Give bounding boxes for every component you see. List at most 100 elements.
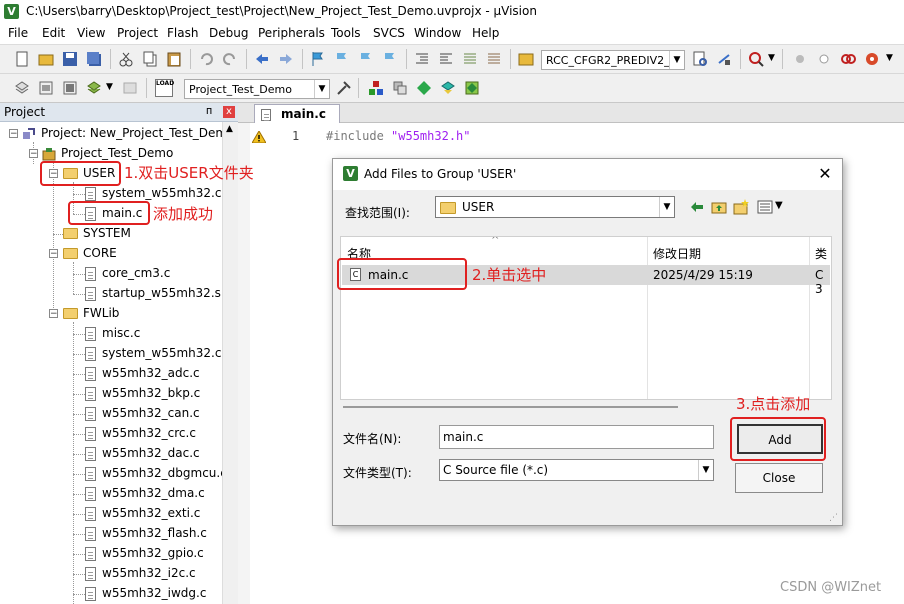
tree-file[interactable]: w55mh32_exti.c xyxy=(85,503,200,523)
menu-debug[interactable]: Debug xyxy=(209,26,248,40)
up-folder-icon[interactable] xyxy=(711,199,727,215)
packs-icon[interactable] xyxy=(464,80,480,96)
tree-file[interactable]: w55mh32_adc.c xyxy=(85,363,200,383)
translate-icon[interactable] xyxy=(14,80,30,96)
kill-breakpoints-icon[interactable] xyxy=(840,51,856,67)
new-file-icon[interactable] xyxy=(14,51,30,67)
menu-peripherals[interactable]: Peripherals xyxy=(258,26,325,40)
filetype-select[interactable]: C Source file (*.c) ▼ xyxy=(439,459,714,481)
tab-main-c[interactable]: main.c xyxy=(254,104,340,123)
chevron-down-icon[interactable]: ▼ xyxy=(106,82,113,92)
tree-file[interactable]: misc.c xyxy=(85,323,140,343)
save-icon[interactable] xyxy=(62,51,78,67)
pack-installer-icon[interactable] xyxy=(440,80,456,96)
menu-svcs[interactable]: SVCS xyxy=(373,26,405,40)
find-icon[interactable] xyxy=(692,51,708,67)
tree-file[interactable]: w55mh32_gpio.c xyxy=(85,543,204,563)
tree-file[interactable]: w55mh32_dac.c xyxy=(85,443,200,463)
filename-input[interactable]: main.c xyxy=(439,425,714,449)
unindent-icon[interactable] xyxy=(438,51,454,67)
next-bookmark-icon[interactable] xyxy=(358,51,374,67)
menu-project[interactable]: Project xyxy=(117,26,158,40)
target-select[interactable]: Project_Test_Demo ▼ xyxy=(184,79,330,99)
chevron-down-icon[interactable]: ▼ xyxy=(775,200,783,211)
look-in-select[interactable]: USER ▼ xyxy=(435,196,675,218)
navigate-back-icon[interactable] xyxy=(254,51,270,67)
collapse-toggle[interactable]: − xyxy=(49,249,58,259)
indent-icon[interactable] xyxy=(414,51,430,67)
rebuild-icon[interactable] xyxy=(62,80,78,96)
chevron-down-icon[interactable]: ▼ xyxy=(659,197,674,217)
resize-grip-icon[interactable]: ⋰ xyxy=(829,513,838,523)
options-for-target-icon[interactable] xyxy=(336,80,352,96)
tree-file[interactable]: core_cm3.c xyxy=(85,263,170,283)
uncomment-icon[interactable] xyxy=(486,51,502,67)
copy-icon[interactable] xyxy=(142,51,158,67)
save-all-icon[interactable] xyxy=(86,51,102,67)
menu-help[interactable]: Help xyxy=(472,26,499,40)
tree-file[interactable]: w55mh32_crc.c xyxy=(85,423,196,443)
debug-session-icon[interactable] xyxy=(748,51,764,67)
project-scrollbar[interactable]: ▲ xyxy=(222,122,239,604)
tree-file[interactable]: startup_w55mh32.s xyxy=(85,283,221,303)
menu-tools[interactable]: Tools xyxy=(331,26,361,40)
menu-flash[interactable]: Flash xyxy=(167,26,198,40)
scroll-up-icon[interactable]: ▲ xyxy=(226,124,233,134)
cut-icon[interactable] xyxy=(118,51,134,67)
collapse-toggle[interactable]: − xyxy=(9,129,18,139)
tree-file[interactable]: w55mh32_iwdg.c xyxy=(85,583,206,603)
menu-view[interactable]: View xyxy=(77,26,105,40)
tree-file[interactable]: w55mh32_bkp.c xyxy=(85,383,200,403)
breakpoint-icon[interactable] xyxy=(792,51,808,67)
close-icon[interactable]: ✕ xyxy=(815,164,835,184)
chevron-down-icon[interactable]: ▼ xyxy=(886,53,893,63)
tree-group-core[interactable]: CORE xyxy=(63,243,117,263)
download-icon[interactable]: LOAD xyxy=(155,79,174,97)
code-line[interactable]: #include "w55mh32.h" xyxy=(326,129,471,143)
clear-bookmarks-icon[interactable] xyxy=(382,51,398,67)
bookmark-icon[interactable] xyxy=(310,51,326,67)
menu-edit[interactable]: Edit xyxy=(42,26,65,40)
disable-breakpoint-icon[interactable] xyxy=(816,51,832,67)
redo-icon[interactable] xyxy=(222,51,238,67)
close-button[interactable]: Close xyxy=(735,463,823,493)
define-combo[interactable]: RCC_CFGR2_PREDIV2_DIV ▼ xyxy=(541,50,685,70)
back-arrow-icon[interactable] xyxy=(689,199,705,215)
tree-group-fwlib[interactable]: FWLib xyxy=(63,303,119,323)
column-header-type[interactable]: 类 xyxy=(815,245,827,262)
column-header-modified[interactable]: 修改日期 xyxy=(653,245,701,262)
undo-icon[interactable] xyxy=(198,51,214,67)
open-folder-icon[interactable] xyxy=(38,51,54,67)
select-packs-icon[interactable] xyxy=(392,80,408,96)
chevron-down-icon[interactable]: ▼ xyxy=(314,80,329,98)
tree-target[interactable]: Project_Test_Demo xyxy=(42,143,173,163)
close-icon[interactable]: x xyxy=(223,106,235,118)
pin-icon[interactable]: ᴨ xyxy=(206,104,212,117)
find-in-files-icon[interactable] xyxy=(518,51,534,67)
tree-project-root[interactable]: Project: New_Project_Test_Demo xyxy=(22,123,222,143)
navigate-forward-icon[interactable] xyxy=(278,51,294,67)
tree-file[interactable]: w55mh32_dma.c xyxy=(85,483,205,503)
tree-group-system[interactable]: SYSTEM xyxy=(63,223,131,243)
chevron-down-icon[interactable]: ▼ xyxy=(698,460,713,480)
tree-file[interactable]: w55mh32_dbgmcu.c xyxy=(85,463,222,483)
batch-build-icon[interactable] xyxy=(86,80,102,96)
rte-icon[interactable] xyxy=(416,80,432,96)
tree-file[interactable]: system_w55mh32.c xyxy=(85,183,221,203)
chevron-down-icon[interactable]: ▼ xyxy=(669,51,684,69)
chevron-down-icon[interactable]: ▼ xyxy=(768,53,775,63)
horizontal-scrollbar[interactable] xyxy=(343,406,678,408)
tree-file[interactable]: system_w55mh32.c xyxy=(85,343,221,363)
collapse-toggle[interactable]: − xyxy=(29,149,38,159)
prev-bookmark-icon[interactable] xyxy=(334,51,350,67)
collapse-toggle[interactable]: − xyxy=(49,309,58,319)
comment-icon[interactable] xyxy=(462,51,478,67)
menu-file[interactable]: File xyxy=(8,26,28,40)
replace-icon[interactable] xyxy=(716,51,732,67)
tree-file[interactable]: w55mh32_i2c.c xyxy=(85,563,196,583)
tree-file[interactable]: w55mh32_can.c xyxy=(85,403,200,423)
manage-project-items-icon[interactable] xyxy=(368,80,384,96)
tree-file[interactable]: w55mh32_flash.c xyxy=(85,523,207,543)
view-menu-icon[interactable] xyxy=(757,199,773,215)
menu-window[interactable]: Window xyxy=(414,26,461,40)
